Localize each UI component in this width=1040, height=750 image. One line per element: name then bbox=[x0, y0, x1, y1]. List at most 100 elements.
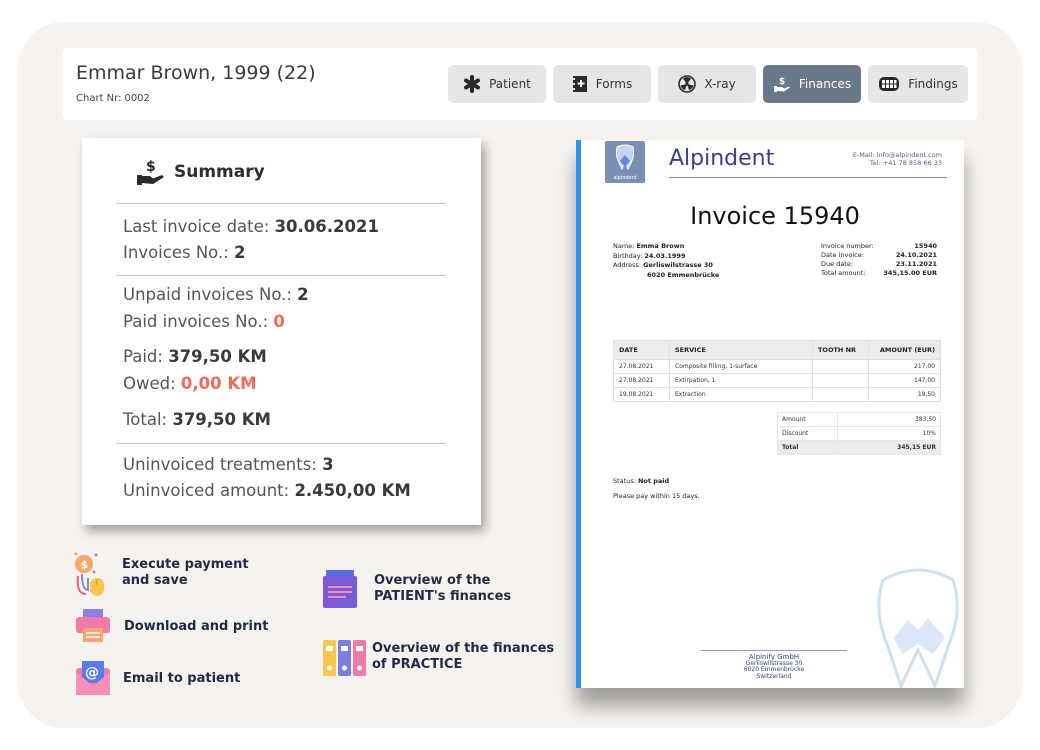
table-row: 19.08.2021 Extraction 19,50 bbox=[613, 387, 941, 402]
row-tooth bbox=[812, 359, 869, 374]
tab-findings[interactable]: Findings bbox=[868, 65, 968, 103]
patient-finances-line1: Overview of the bbox=[374, 573, 491, 588]
patient-finances-button[interactable]: Overview of the PATIENT's finances bbox=[322, 568, 511, 612]
invoice-tel: Tel: +41 78 858 66 33 bbox=[869, 159, 942, 167]
invoice-due-value: 23.11.2021 bbox=[895, 260, 937, 268]
totals-row: Total 345,15 EUR bbox=[777, 440, 941, 455]
svg-text:$: $ bbox=[146, 159, 156, 175]
paid-no-value: 0 bbox=[273, 312, 285, 331]
execute-payment-line1: Execute payment bbox=[122, 557, 249, 572]
invoice-footer: Alpinify GmbH Gerliswilstrasse 30 6020 E… bbox=[701, 654, 847, 680]
invoices-value: 2 bbox=[234, 243, 246, 262]
patient-name: Emmar Brown, 1999 (22) bbox=[76, 62, 316, 84]
uninvoiced-treat-label: Uninvoiced treatments: bbox=[123, 455, 323, 474]
tab-forms[interactable]: Forms bbox=[553, 65, 651, 103]
document-icon bbox=[323, 570, 357, 608]
summary-title: Summary bbox=[174, 162, 265, 182]
tooth-logo-icon bbox=[615, 144, 635, 171]
hand-dollar-icon: $ bbox=[773, 77, 790, 92]
status-line: Status: Not paid bbox=[613, 474, 700, 489]
invoice-birthday: Birthday: 24.03.1999 bbox=[613, 252, 719, 262]
invoice-totals-table: Amount 383,50 Discount 10% Total 345,15 EUR bbox=[777, 412, 941, 455]
column-date: DATE bbox=[613, 340, 670, 360]
payment-note: Please pay within 15 days. bbox=[613, 492, 700, 500]
row-tooth bbox=[812, 373, 869, 388]
row-date: 19.08.2021 bbox=[613, 387, 670, 402]
uninvoiced-treat-value: 3 bbox=[322, 455, 334, 474]
column-service: SERVICE bbox=[669, 340, 813, 360]
total-label: Total: bbox=[123, 410, 173, 429]
tab-patient[interactable]: Patient bbox=[448, 65, 546, 103]
invoice-date-value: 24.10.2021 bbox=[895, 251, 937, 259]
binders-icon bbox=[323, 640, 366, 676]
patient-header: Emmar Brown, 1999 (22) Chart Nr: 0002 Pat… bbox=[62, 48, 978, 120]
totals-label: Amount bbox=[777, 412, 838, 427]
patient-finances-line2: PATIENT's finances bbox=[374, 589, 512, 604]
invoice-date-row: Date invoice: 24.10.2021 bbox=[821, 251, 937, 260]
column-tooth: TOOTH NR bbox=[812, 340, 869, 360]
invoice-amount-value: 345,15.00 EUR bbox=[883, 269, 937, 277]
footer-divider bbox=[701, 650, 847, 651]
uninvoiced-amount: Uninvoiced amount: 2.450,00 KM bbox=[123, 481, 411, 500]
invoice-number-value: 15940 bbox=[914, 242, 937, 250]
summary-card: $ Summary Last invoice date: 30.06.2021 … bbox=[82, 138, 481, 525]
invoice-birthday-label: Birthday: bbox=[613, 251, 645, 260]
tab-findings-label: Findings bbox=[908, 77, 958, 91]
alpindent-logo: alpindent bbox=[605, 141, 645, 183]
paid-no-label: Paid invoices No.: bbox=[123, 312, 274, 331]
chart-number: Chart Nr: 0002 bbox=[76, 93, 150, 104]
tab-forms-label: Forms bbox=[595, 77, 633, 91]
status-value: Not paid bbox=[637, 477, 670, 485]
uninvoiced-amount-label: Uninvoiced amount: bbox=[123, 481, 295, 500]
payment-icon: $ bbox=[74, 552, 104, 596]
chart-number-label: Chart Nr: bbox=[76, 93, 122, 104]
paid-label: Paid: bbox=[123, 347, 169, 366]
download-print-label: Download and print bbox=[124, 619, 269, 634]
invoice-patient-info: Name: Emma Brown Birthday: 24.03.1999 Ad… bbox=[613, 242, 719, 280]
patient-finances-label: Overview of the PATIENT's finances bbox=[374, 573, 511, 605]
invoice-brand: Alpindent bbox=[669, 146, 775, 171]
tab-bar: Patient Forms X-ray $ Finances Findings bbox=[448, 65, 968, 103]
hand-dollar-icon: $ bbox=[137, 159, 164, 185]
invoice-amount-label: Total amount: bbox=[821, 269, 866, 277]
uninvoiced-treatments: Uninvoiced treatments: 3 bbox=[123, 455, 334, 474]
svg-text:$: $ bbox=[779, 77, 785, 87]
paid-value: 379,50 KM bbox=[168, 347, 267, 366]
tab-finances[interactable]: $ Finances bbox=[763, 65, 861, 103]
total-amount: Total: 379,50 KM bbox=[123, 410, 271, 429]
paid-invoices: Paid invoices No.: 0 bbox=[123, 312, 285, 331]
tab-finances-label: Finances bbox=[798, 77, 852, 91]
invoices-label: Invoices No.: bbox=[123, 243, 235, 262]
table-row: 27.08.2021 Extirpation, 1 147,00 bbox=[613, 373, 941, 388]
tab-xray[interactable]: X-ray bbox=[658, 65, 756, 103]
execute-payment-line2: and save bbox=[122, 573, 188, 588]
row-amount: 217,00 bbox=[868, 359, 941, 374]
practice-finances-button[interactable]: Overview of the finances of PRACTICE bbox=[322, 638, 554, 678]
divider bbox=[116, 275, 446, 276]
logo-text: alpindent bbox=[613, 175, 637, 181]
printer-icon bbox=[76, 609, 110, 642]
download-print-button[interactable]: Download and print bbox=[74, 608, 268, 644]
invoice-amount-row: Total amount: 345,15.00 EUR bbox=[821, 269, 937, 278]
teeth-icon bbox=[879, 77, 900, 91]
unpaid-invoices: Unpaid invoices No.: 2 bbox=[123, 285, 309, 304]
practice-finances-line1: Overview of the finances bbox=[372, 641, 555, 656]
invoice-address: Address: Gerliswilstrasse 30 bbox=[613, 261, 719, 271]
execute-payment-button[interactable]: $ Execute payment and save bbox=[72, 550, 249, 598]
owed-amount: Owed: 0,00 KM bbox=[123, 374, 257, 393]
totals-value: 383,50 bbox=[837, 412, 941, 427]
forms-icon bbox=[571, 76, 587, 92]
footer-country: Switzerland bbox=[756, 672, 792, 680]
email-patient-label: Email to patient bbox=[123, 671, 241, 686]
row-date: 27.08.2021 bbox=[613, 373, 670, 388]
invoice-email: E-Mail: info@alpindent.com bbox=[852, 151, 942, 159]
column-amount: AMOUNT (EUR) bbox=[868, 340, 941, 360]
table-row: 27.08.2021 Composite filling, 1-surface … bbox=[613, 359, 941, 374]
totals-label: Discount bbox=[777, 426, 838, 441]
email-patient-button[interactable]: @ Email to patient bbox=[75, 658, 240, 696]
invoice-date-label: Date invoice: bbox=[821, 251, 864, 259]
invoice-name: Name: Emma Brown bbox=[613, 242, 719, 252]
invoice-name-label: Name: bbox=[613, 242, 637, 250]
practice-finances-line2: of PRACTICE bbox=[372, 657, 463, 672]
invoice-address-2: 6020 Emmenbrücke bbox=[613, 271, 719, 281]
